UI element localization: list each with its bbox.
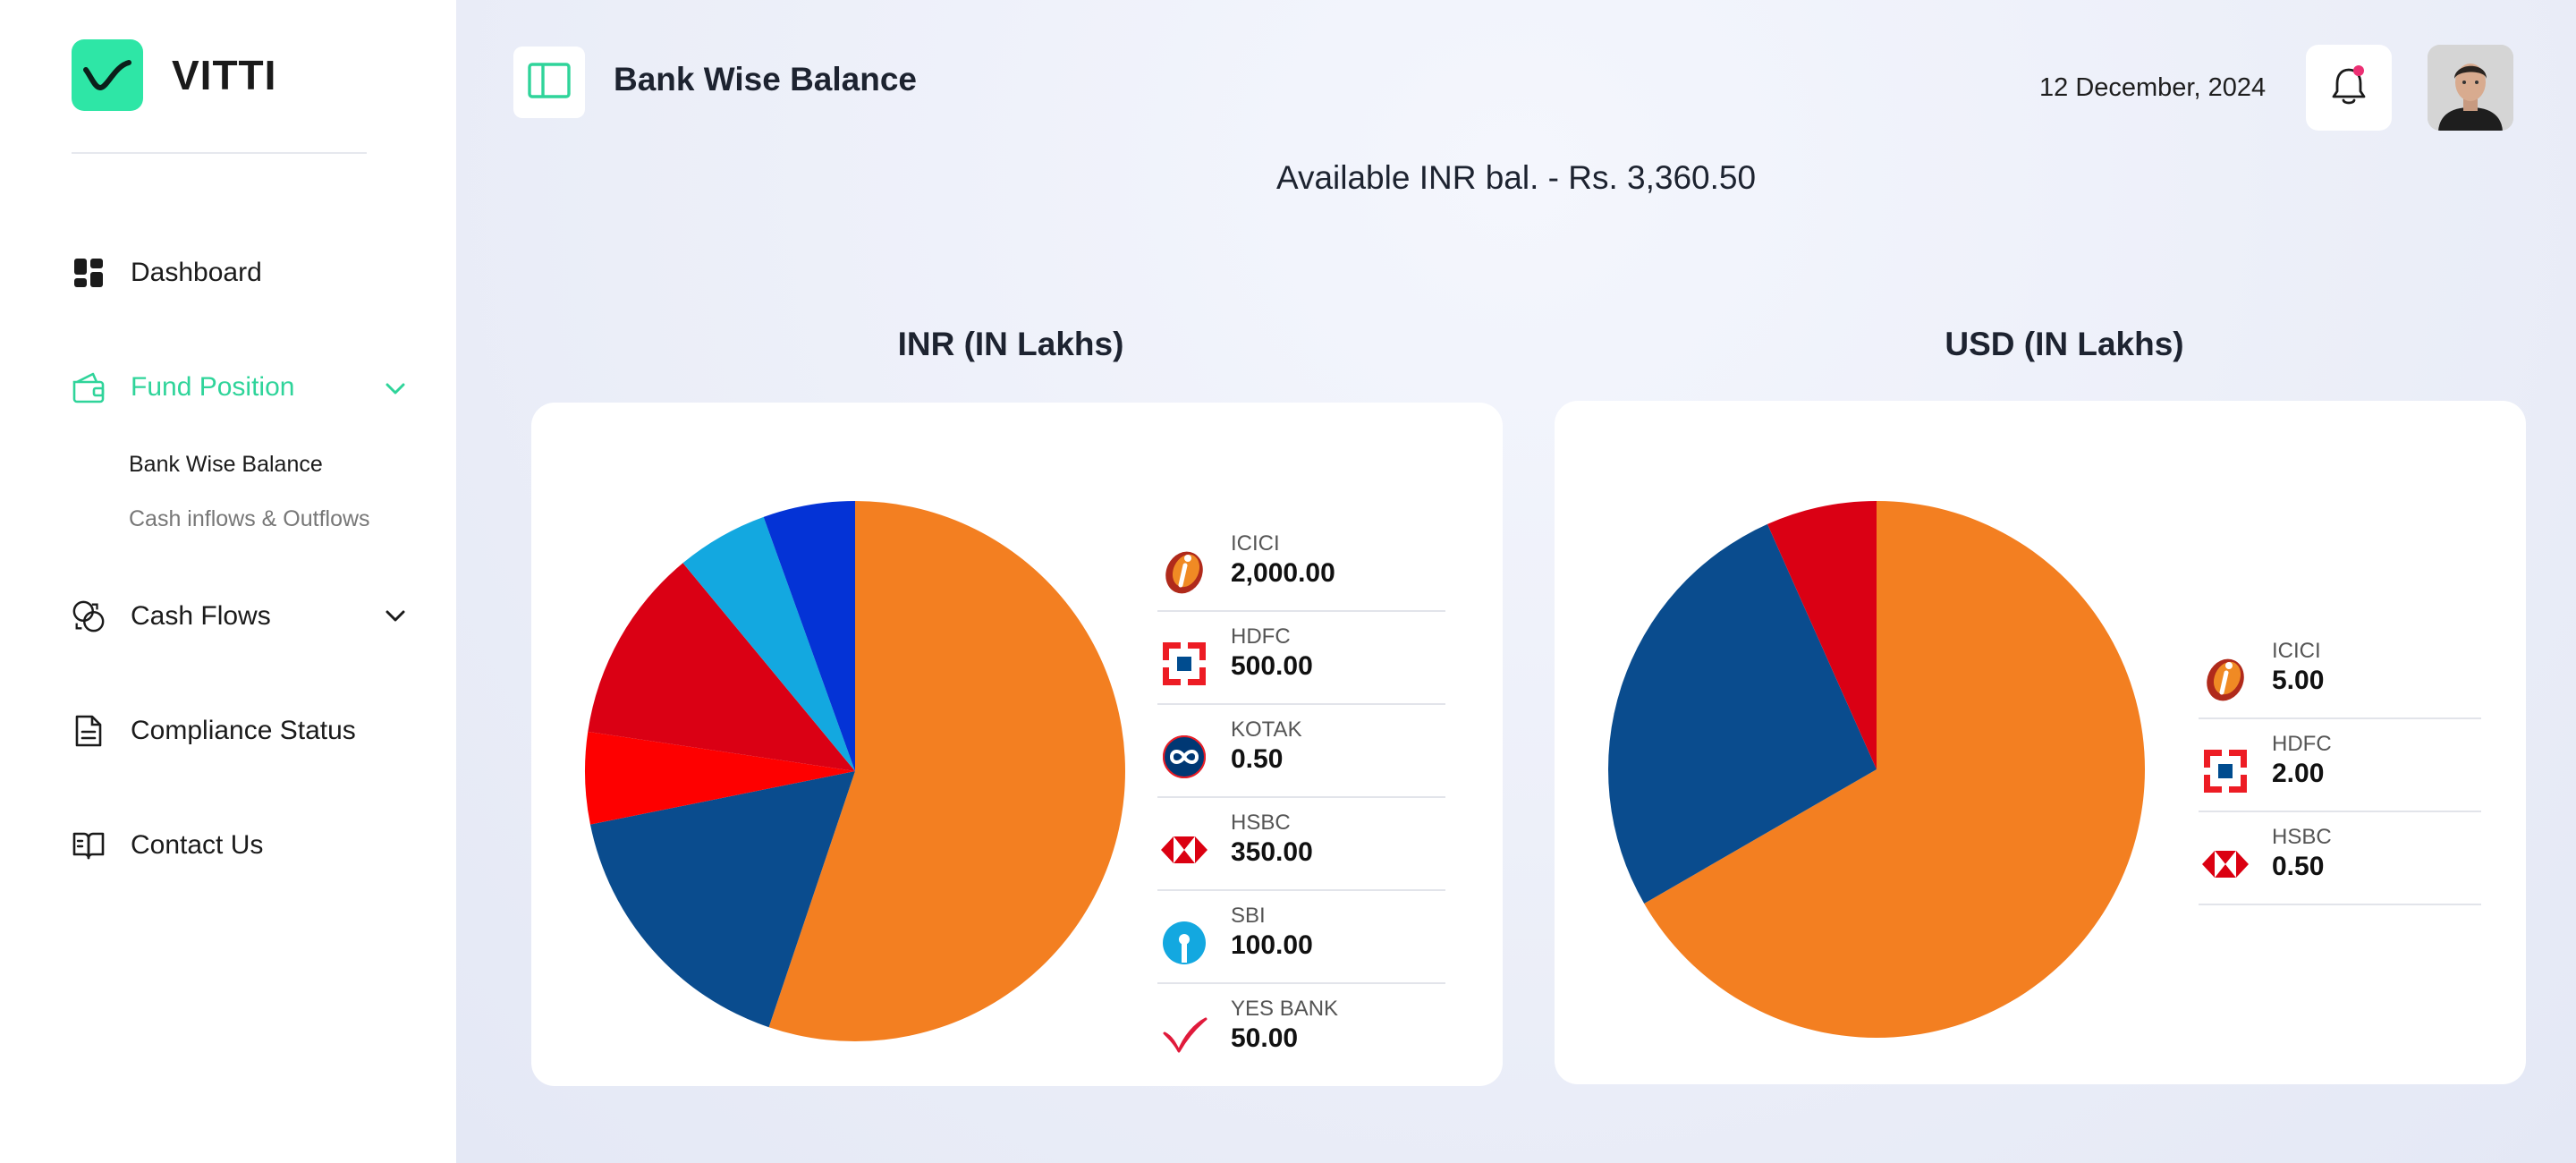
legend-divider xyxy=(1157,703,1445,705)
nav-fund-position[interactable]: Fund Position xyxy=(72,370,294,404)
legend-bank-value: 0.50 xyxy=(1231,744,1284,774)
legend-bank-value: 100.00 xyxy=(1231,930,1313,960)
sidebar-toggle-button[interactable] xyxy=(513,47,585,118)
legend-bank-name: ICICI xyxy=(1231,531,1280,556)
legend-bank-value: 2.00 xyxy=(2272,759,2325,788)
subnav-bank-wise-balance[interactable]: Bank Wise Balance xyxy=(129,452,323,478)
legend-item-sbi[interactable]: SBI 100.00 xyxy=(1157,896,1445,989)
cash-flows-icon xyxy=(72,599,106,633)
legend-bank-value: 0.50 xyxy=(2272,852,2325,881)
inr-pie-chart xyxy=(585,501,1125,1041)
icici-logo-icon xyxy=(2199,651,2252,705)
nav-compliance-status[interactable]: Compliance Status xyxy=(72,714,356,748)
nav-cash-flows-label: Cash Flows xyxy=(131,601,271,631)
legend-bank-name: HDFC xyxy=(2272,732,2332,756)
sbi-logo-icon xyxy=(1157,916,1211,970)
legend-bank-name: KOTAK xyxy=(1231,717,1302,742)
legend-divider xyxy=(1157,982,1445,984)
subnav-cash-inflows-outflows[interactable]: Cash inflows & Outflows xyxy=(129,506,370,532)
legend-bank-value: 50.00 xyxy=(1231,1023,1299,1053)
sidebar-toggle-icon xyxy=(528,62,571,103)
legend-item-hsbc[interactable]: HSBC 0.50 xyxy=(2199,818,2481,911)
hdfc-logo-icon xyxy=(1157,637,1211,691)
usd-chart-card: ICICI 5.00 HDFC 2.00 HSBC 0.50 xyxy=(1555,401,2526,1084)
book-icon xyxy=(72,828,106,862)
brand-name: VITTI xyxy=(172,52,277,98)
legend-bank-name: HSBC xyxy=(1231,811,1291,835)
current-date: 12 December, 2024 xyxy=(2039,73,2267,102)
kotak-logo-icon xyxy=(1157,730,1211,784)
icici-logo-icon xyxy=(1157,544,1211,598)
nav-cash-flows[interactable]: Cash Flows xyxy=(72,599,271,633)
legend-item-hdfc[interactable]: HDFC 2.00 xyxy=(2199,725,2481,818)
legend-item-hsbc[interactable]: HSBC 350.00 xyxy=(1157,803,1445,896)
legend-bank-value: 350.00 xyxy=(1231,837,1313,867)
yesbank-logo-icon xyxy=(1157,1009,1211,1063)
divider xyxy=(72,152,367,154)
legend-bank-name: SBI xyxy=(1231,904,1266,928)
usd-pie-chart xyxy=(1608,501,2145,1038)
inr-chart-card: ICICI 2,000.00 HDFC 500.00 KOTAK 0.50 HSBC 350.… xyxy=(531,403,1503,1086)
nav-contact-us[interactable]: Contact Us xyxy=(72,828,263,862)
wallet-icon xyxy=(72,370,106,404)
nav-dashboard[interactable]: Dashboard xyxy=(72,256,262,290)
legend-item-yes-bank[interactable]: YES BANK 50.00 xyxy=(1157,989,1445,1082)
legend-item-icici[interactable]: ICICI 2,000.00 xyxy=(1157,524,1445,617)
chevron-down-icon[interactable] xyxy=(380,601,411,632)
inr-chart-title: INR (IN Lakhs) xyxy=(897,326,1124,362)
legend-divider xyxy=(2199,904,2481,905)
legend-bank-name: ICICI xyxy=(2272,639,2321,663)
hsbc-logo-icon xyxy=(2199,837,2252,891)
legend-bank-value: 5.00 xyxy=(2272,666,2325,695)
hdfc-logo-icon xyxy=(2199,744,2252,798)
legend-bank-name: YES BANK xyxy=(1231,997,1339,1021)
legend-divider xyxy=(1157,610,1445,612)
available-balance: Available INR bal. - Rs. 3,360.50 xyxy=(1275,159,1757,196)
page-title: Bank Wise Balance xyxy=(614,61,917,98)
hsbc-logo-icon xyxy=(1157,823,1211,877)
nav-dashboard-label: Dashboard xyxy=(131,258,262,287)
notifications-button[interactable] xyxy=(2306,45,2392,131)
legend-bank-value: 2,000.00 xyxy=(1231,558,1335,588)
avatar[interactable] xyxy=(2428,45,2513,131)
legend-bank-name: HSBC xyxy=(2272,825,2332,849)
nav-fund-position-label: Fund Position xyxy=(131,372,295,402)
legend-bank-value: 500.00 xyxy=(1231,651,1313,681)
document-icon xyxy=(72,714,106,748)
legend-bank-name: HDFC xyxy=(1231,624,1291,649)
legend-divider xyxy=(2199,717,2481,719)
legend-divider xyxy=(2199,811,2481,812)
legend-item-icici[interactable]: ICICI 5.00 xyxy=(2199,632,2481,725)
legend-item-kotak[interactable]: KOTAK 0.50 xyxy=(1157,710,1445,803)
dashboard-icon xyxy=(72,256,106,290)
legend-divider xyxy=(1157,796,1445,798)
bell-icon xyxy=(2329,64,2368,112)
brand[interactable]: VITTI xyxy=(72,39,276,111)
nav-contact-us-label: Contact Us xyxy=(131,830,264,860)
nav-compliance-status-label: Compliance Status xyxy=(131,716,356,745)
legend-item-hdfc[interactable]: HDFC 500.00 xyxy=(1157,617,1445,710)
chevron-down-icon[interactable] xyxy=(380,374,411,404)
legend-divider xyxy=(1157,889,1445,891)
vitti-logo-icon xyxy=(72,39,143,111)
usd-chart-title: USD (IN Lakhs) xyxy=(1945,326,2184,362)
